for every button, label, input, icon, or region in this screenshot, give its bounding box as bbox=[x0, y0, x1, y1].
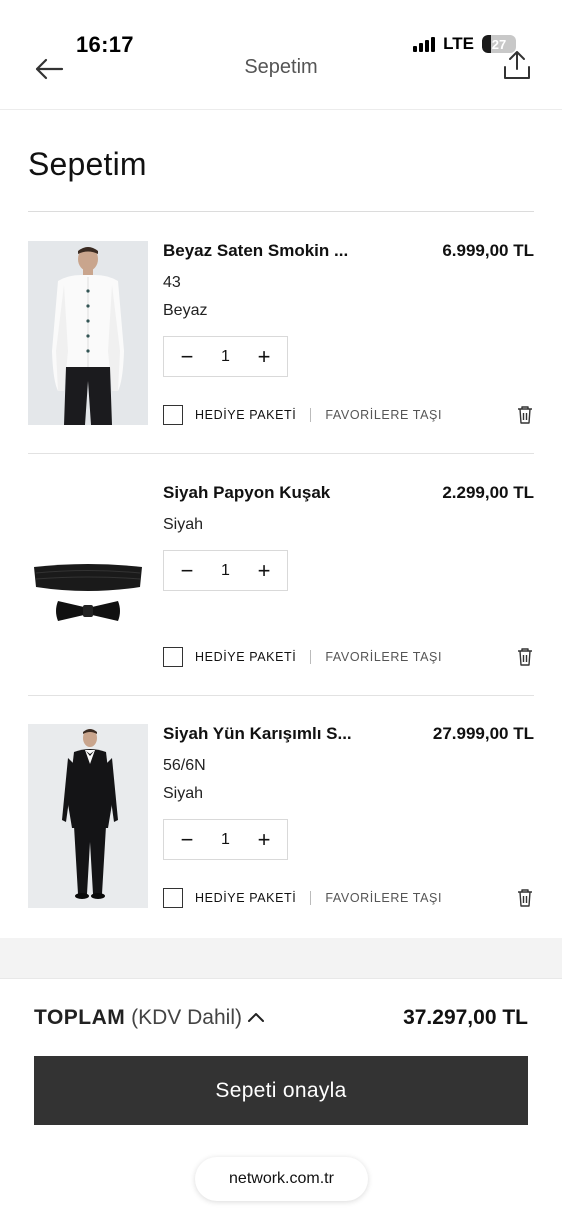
quantity-value: 1 bbox=[221, 830, 230, 848]
black-suit-image bbox=[28, 724, 148, 908]
nav-title: Sepetim bbox=[244, 56, 318, 78]
item-actions: HEDİYE PAKETİ FAVORİLERE TAŞI bbox=[163, 887, 534, 909]
product-image[interactable] bbox=[28, 241, 148, 425]
trash-icon[interactable] bbox=[516, 888, 534, 908]
decrease-button[interactable]: − bbox=[178, 828, 196, 851]
cart-item: Beyaz Saten Smokin ... 6.999,00 TL 43 Be… bbox=[28, 241, 534, 454]
nav-divider bbox=[0, 109, 562, 110]
confirm-cart-button[interactable]: Sepeti onayla bbox=[34, 1056, 528, 1125]
share-icon bbox=[504, 51, 530, 79]
section-spacer bbox=[0, 938, 562, 980]
cummerbund-bowtie-image bbox=[28, 483, 148, 667]
trash-icon[interactable] bbox=[516, 405, 534, 425]
move-to-favorites-link[interactable]: FAVORİLERE TAŞI bbox=[325, 408, 442, 422]
quantity-value: 1 bbox=[221, 561, 230, 579]
move-to-favorites-link[interactable]: FAVORİLERE TAŞI bbox=[325, 891, 442, 905]
product-image[interactable] bbox=[28, 724, 148, 908]
item-price: 27.999,00 TL bbox=[432, 724, 534, 743]
quantity-stepper: − 1 + bbox=[163, 336, 288, 377]
item-divider bbox=[28, 453, 534, 454]
item-name[interactable]: Siyah Yün Karışımlı S... bbox=[163, 724, 352, 744]
gift-label[interactable]: HEDİYE PAKETİ bbox=[195, 650, 296, 664]
white-shirt-image bbox=[28, 241, 148, 425]
quantity-stepper: − 1 + bbox=[163, 550, 288, 591]
product-image[interactable] bbox=[28, 483, 148, 667]
chevron-up-icon[interactable] bbox=[246, 1009, 266, 1025]
item-actions: HEDİYE PAKETİ FAVORİLERE TAŞI bbox=[163, 646, 534, 668]
share-button[interactable] bbox=[500, 48, 534, 82]
gift-label[interactable]: HEDİYE PAKETİ bbox=[195, 408, 296, 422]
item-color: Siyah bbox=[163, 785, 204, 802]
decrease-button[interactable]: − bbox=[178, 345, 196, 368]
action-separator bbox=[310, 891, 312, 905]
top-nav: Sepetim bbox=[0, 48, 562, 90]
page-title: Sepetim bbox=[28, 146, 147, 182]
increase-button[interactable]: + bbox=[255, 559, 273, 582]
item-name[interactable]: Beyaz Saten Smokin ... bbox=[163, 241, 348, 261]
quantity-value: 1 bbox=[221, 347, 230, 365]
cart-item: Siyah Papyon Kuşak 2.299,00 TL Siyah − 1… bbox=[28, 483, 534, 696]
item-price: 6.999,00 TL bbox=[442, 241, 534, 260]
gift-checkbox[interactable] bbox=[163, 888, 183, 908]
item-price: 2.299,00 TL bbox=[442, 483, 534, 502]
decrease-button[interactable]: − bbox=[178, 559, 196, 582]
increase-button[interactable]: + bbox=[255, 345, 273, 368]
gift-checkbox[interactable] bbox=[163, 647, 183, 667]
gift-checkbox[interactable] bbox=[163, 405, 183, 425]
increase-button[interactable]: + bbox=[255, 828, 273, 851]
item-color: Siyah bbox=[163, 516, 204, 533]
cart-item: Siyah Yün Karışımlı S... 27.999,00 TL 56… bbox=[28, 724, 534, 938]
vat-note: (KDV Dahil) bbox=[131, 1006, 242, 1029]
item-divider bbox=[28, 695, 534, 696]
item-name[interactable]: Siyah Papyon Kuşak bbox=[163, 483, 330, 503]
total-title: TOPLAM bbox=[34, 1006, 126, 1029]
action-separator bbox=[310, 650, 312, 664]
total-label[interactable]: TOPLAM (KDV Dahil) bbox=[34, 1006, 242, 1030]
browser-url-pill[interactable]: network.com.tr bbox=[195, 1157, 368, 1201]
trash-icon[interactable] bbox=[516, 647, 534, 667]
item-size: 56/6N bbox=[163, 757, 206, 774]
item-color: Beyaz bbox=[163, 302, 208, 319]
total-value: 37.297,00 TL bbox=[403, 1006, 528, 1029]
move-to-favorites-link[interactable]: FAVORİLERE TAŞI bbox=[325, 650, 442, 664]
item-actions: HEDİYE PAKETİ FAVORİLERE TAŞI bbox=[163, 404, 534, 426]
gift-label[interactable]: HEDİYE PAKETİ bbox=[195, 891, 296, 905]
quantity-stepper: − 1 + bbox=[163, 819, 288, 860]
checkout-bar: TOPLAM (KDV Dahil) 37.297,00 TL Sepeti o… bbox=[0, 978, 562, 1221]
action-separator bbox=[310, 408, 312, 422]
title-divider bbox=[28, 211, 534, 212]
item-size: 43 bbox=[163, 274, 181, 291]
